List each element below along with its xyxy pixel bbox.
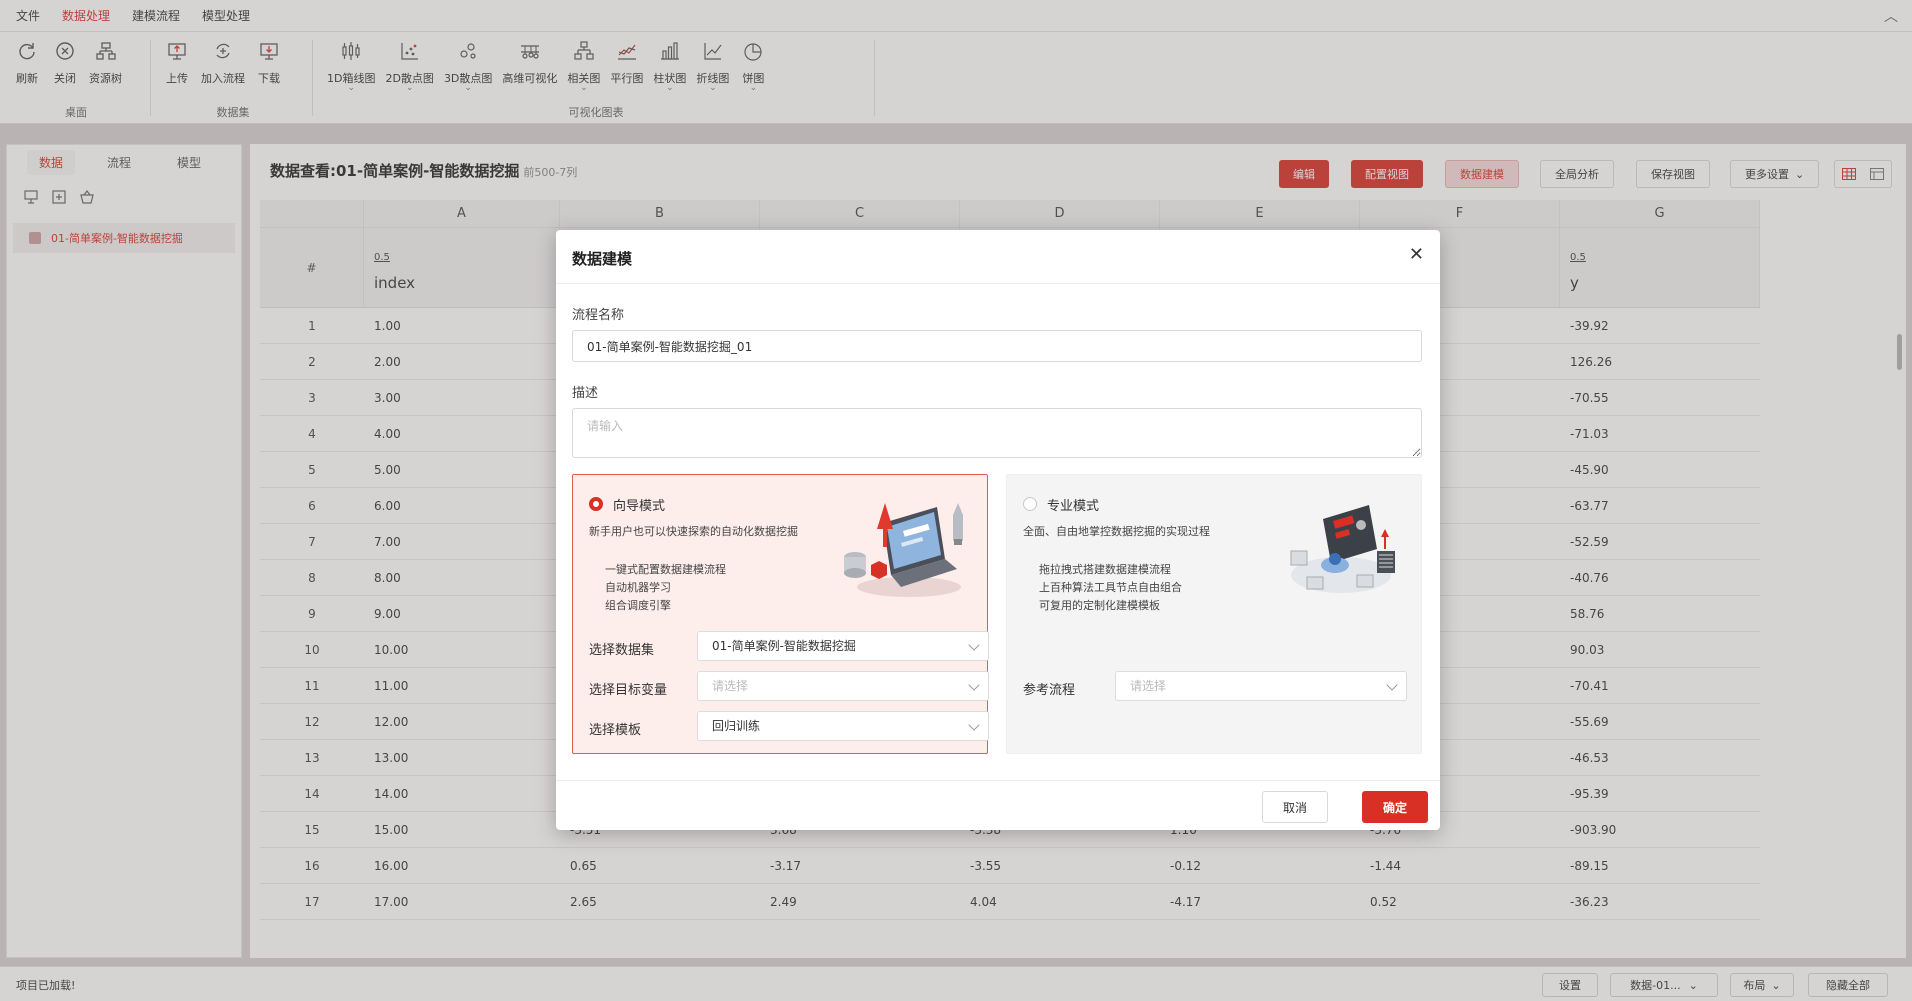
guide-feature: 自动机器学习 [605, 581, 671, 594]
chevron-down-icon [1386, 679, 1398, 691]
reference-flow-label: 参考流程 [1023, 683, 1076, 698]
pro-mode-title: 专业模式 [1047, 499, 1100, 514]
pro-feature: 可复用的定制化建模模板 [1039, 599, 1160, 612]
dataset-select-value: 01-简单案例-智能数据挖掘 [712, 639, 856, 653]
reference-flow-select[interactable]: 请选择 [1115, 671, 1407, 701]
reference-flow-row: 参考流程 请选择 [1023, 671, 1407, 701]
guide-mode-title: 向导模式 [613, 499, 666, 514]
target-select-row: 选择目标变量 请选择 [589, 671, 989, 701]
confirm-button[interactable]: 确定 [1362, 791, 1428, 823]
flow-name-input[interactable] [572, 330, 1422, 362]
target-select-label: 选择目标变量 [589, 683, 668, 698]
description-textarea[interactable] [572, 408, 1422, 458]
cancel-button[interactable]: 取消 [1262, 791, 1328, 823]
dataset-select-label: 选择数据集 [589, 643, 655, 658]
guide-mode-card[interactable]: 向导模式 新手用户也可以快速探索的自动化数据挖掘 一键式配置数据建模流程 自动机… [572, 474, 989, 754]
flow-name-label: 流程名称 [572, 308, 625, 323]
dataset-select-row: 选择数据集 01-简单案例-智能数据挖掘 [589, 631, 989, 661]
guide-feature: 一键式配置数据建模流程 [605, 563, 726, 576]
dialog-title: 数据建模 [572, 250, 633, 268]
template-select-label: 选择模板 [589, 723, 642, 738]
guide-feature: 组合调度引擎 [605, 599, 671, 612]
template-select-value: 回归训练 [712, 719, 761, 733]
target-select[interactable]: 请选择 [697, 671, 989, 701]
guide-mode-description: 新手用户也可以快速探索的自动化数据挖掘 [589, 525, 798, 538]
description-label: 描述 [572, 386, 599, 401]
guide-mode-radio[interactable] [589, 497, 603, 511]
reference-flow-placeholder: 请选择 [1130, 679, 1167, 693]
data-modeling-dialog: 数据建模 ✕ 流程名称 描述 向导模式 新手用户也可以快速探索的自动化数据挖掘 … [556, 230, 1440, 830]
chevron-down-icon [968, 679, 980, 691]
chevron-down-icon [968, 719, 980, 731]
close-icon[interactable]: ✕ [1409, 244, 1424, 265]
dataset-select[interactable]: 01-简单案例-智能数据挖掘 [697, 631, 989, 661]
laptop-rocket-illustration [841, 495, 971, 603]
template-select[interactable]: 回归训练 [697, 711, 989, 741]
server-illustration [1277, 495, 1407, 603]
pro-feature: 上百种算法工具节点自由组合 [1039, 581, 1182, 594]
pro-mode-card[interactable]: 专业模式 全面、自由地掌控数据挖掘的实现过程 拖拉拽式搭建数据建模流程 上百种算… [1006, 474, 1422, 754]
pro-mode-description: 全面、自由地掌控数据挖掘的实现过程 [1023, 525, 1210, 538]
pro-mode-radio[interactable] [1023, 497, 1037, 511]
chevron-down-icon [968, 639, 980, 651]
target-select-placeholder: 请选择 [712, 679, 749, 693]
dialog-footer: 取消 确定 [556, 780, 1440, 830]
template-select-row: 选择模板 回归训练 [589, 711, 989, 741]
pro-feature: 拖拉拽式搭建数据建模流程 [1039, 563, 1171, 576]
